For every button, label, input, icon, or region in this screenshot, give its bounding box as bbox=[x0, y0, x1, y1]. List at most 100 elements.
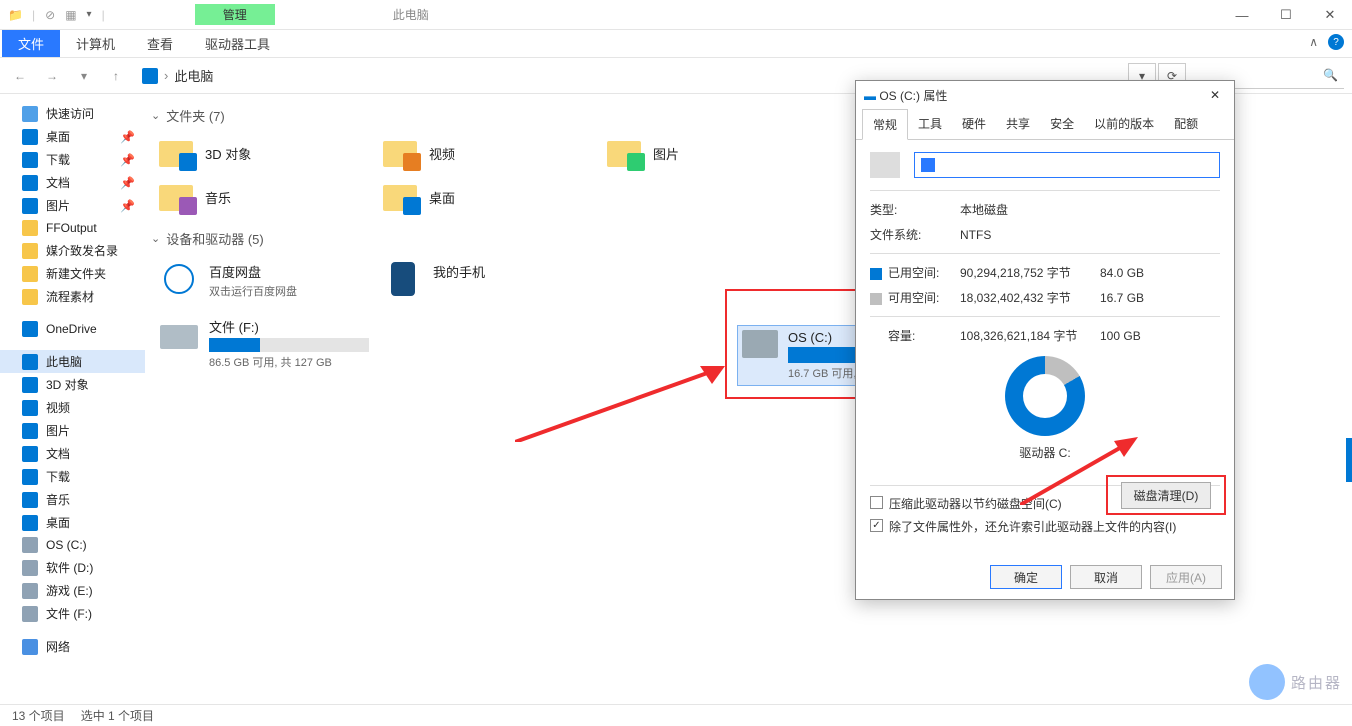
sidebar-label: 视频 bbox=[46, 399, 70, 416]
tab-general[interactable]: 常规 bbox=[862, 109, 908, 140]
tab-tools[interactable]: 工具 bbox=[908, 109, 952, 139]
sidebar-videos[interactable]: 视频 bbox=[0, 396, 145, 419]
disk-icon bbox=[22, 560, 38, 576]
ribbon-tab-drive-tools[interactable]: 驱动器工具 bbox=[189, 30, 286, 57]
nav-up-button[interactable]: ↑ bbox=[104, 64, 128, 88]
documents-icon bbox=[22, 446, 38, 462]
folder-videos[interactable]: 视频 bbox=[379, 133, 599, 173]
sidebar-pictures[interactable]: 图片📌 bbox=[0, 194, 145, 217]
help-icon[interactable]: ? bbox=[1328, 34, 1344, 50]
tab-sharing[interactable]: 共享 bbox=[996, 109, 1040, 139]
folder-pictures[interactable]: 图片 bbox=[603, 133, 823, 173]
folder-icon bbox=[383, 181, 419, 213]
sidebar-label: OS (C:) bbox=[46, 538, 87, 552]
folder-icon: 📁 bbox=[8, 8, 22, 22]
nav-chevron-down[interactable]: ▾ bbox=[72, 64, 96, 88]
sidebar-downloads[interactable]: 下载📌 bbox=[0, 148, 145, 171]
sidebar-new-folder[interactable]: 新建文件夹 bbox=[0, 262, 145, 285]
sidebar-pictures2[interactable]: 图片 bbox=[0, 419, 145, 442]
ribbon-tab-view[interactable]: 查看 bbox=[131, 30, 189, 57]
window-title: 此电脑 bbox=[365, 4, 457, 25]
properties-icon[interactable]: ▦ bbox=[65, 8, 76, 22]
sidebar-osc[interactable]: OS (C:) bbox=[0, 534, 145, 556]
tab-security[interactable]: 安全 bbox=[1040, 109, 1084, 139]
sidebar-docs-f[interactable]: 文件 (F:) bbox=[0, 602, 145, 625]
label-type: 类型: bbox=[870, 201, 960, 218]
ribbon-tab-computer[interactable]: 计算机 bbox=[60, 30, 131, 57]
pin-icon: 📌 bbox=[120, 153, 135, 167]
sidebar-game-e[interactable]: 游戏 (E:) bbox=[0, 579, 145, 602]
disk-cleanup-button[interactable]: 磁盘清理(D) bbox=[1121, 482, 1212, 509]
watermark-text: 路由器 bbox=[1291, 672, 1342, 693]
disk-icon bbox=[22, 583, 38, 599]
checkbox-checked[interactable]: ✓ bbox=[870, 519, 883, 532]
folder-music[interactable]: 音乐 bbox=[155, 177, 375, 217]
device-label: 文件 (F:) bbox=[209, 317, 369, 336]
ribbon-expand-button[interactable]: ∧ bbox=[1309, 35, 1318, 49]
drive-icon bbox=[159, 317, 199, 351]
tab-quota[interactable]: 配额 bbox=[1164, 109, 1208, 139]
sidebar-3d-objects[interactable]: 3D 对象 bbox=[0, 373, 145, 396]
sidebar-label: 下载 bbox=[46, 468, 70, 485]
label-free: 可用空间: bbox=[888, 291, 939, 305]
ribbon-tab-file[interactable]: 文件 bbox=[2, 30, 60, 57]
minimize-button[interactable]: — bbox=[1220, 0, 1264, 30]
checkbox-unchecked[interactable] bbox=[870, 496, 883, 509]
phone-icon bbox=[383, 262, 423, 296]
device-docs-f[interactable]: 文件 (F:) 86.5 GB 可用, 共 127 GB bbox=[155, 313, 375, 374]
tab-prev-versions[interactable]: 以前的版本 bbox=[1084, 109, 1164, 139]
sidebar-label: 网络 bbox=[46, 638, 70, 655]
right-scroll-indicator bbox=[1344, 70, 1352, 570]
ok-button[interactable]: 确定 bbox=[990, 565, 1062, 589]
sidebar-label: FFOutput bbox=[46, 221, 97, 235]
close-button[interactable]: ✕ bbox=[1308, 0, 1352, 30]
baidu-icon bbox=[159, 262, 199, 296]
maximize-button[interactable]: ☐ bbox=[1264, 0, 1308, 30]
device-my-phone[interactable]: 我的手机 bbox=[379, 258, 599, 303]
sidebar-desktop2[interactable]: 桌面 bbox=[0, 511, 145, 534]
sidebar-label: 游戏 (E:) bbox=[46, 582, 93, 599]
sidebar-onedrive[interactable]: OneDrive bbox=[0, 318, 145, 340]
sidebar-desktop[interactable]: 桌面📌 bbox=[0, 125, 145, 148]
sidebar-quick-access[interactable]: 快速访问 bbox=[0, 102, 145, 125]
nav-back-button[interactable]: ← bbox=[8, 64, 32, 88]
used-color-icon bbox=[870, 268, 882, 280]
pictures-icon bbox=[22, 423, 38, 439]
dialog-close-button[interactable]: ✕ bbox=[1204, 88, 1226, 102]
sidebar-label: 音乐 bbox=[46, 491, 70, 508]
free-color-icon bbox=[870, 293, 882, 305]
cancel-button[interactable]: 取消 bbox=[1070, 565, 1142, 589]
sidebar-downloads2[interactable]: 下载 bbox=[0, 465, 145, 488]
downloads-icon bbox=[22, 152, 38, 168]
sidebar-label: 桌面 bbox=[46, 514, 70, 531]
sidebar-flow[interactable]: 流程素材 bbox=[0, 285, 145, 308]
folder-3d-objects[interactable]: 3D 对象 bbox=[155, 133, 375, 173]
folder-label: 视频 bbox=[429, 144, 455, 163]
sidebar-soft-d[interactable]: 软件 (D:) bbox=[0, 556, 145, 579]
qat-dropdown[interactable]: ▾ bbox=[87, 9, 92, 20]
dialog-titlebar[interactable]: ▬ OS (C:) 属性 ✕ bbox=[856, 81, 1234, 109]
apply-button[interactable]: 应用(A) bbox=[1150, 565, 1222, 589]
sidebar-media[interactable]: 媒介致发名录 bbox=[0, 239, 145, 262]
3d-icon bbox=[22, 377, 38, 393]
disk-icon bbox=[22, 537, 38, 553]
device-sublabel: 86.5 GB 可用, 共 127 GB bbox=[209, 354, 369, 370]
folder-desktop[interactable]: 桌面 bbox=[379, 177, 599, 217]
sidebar-this-pc[interactable]: 此电脑 bbox=[0, 350, 145, 373]
tab-hardware[interactable]: 硬件 bbox=[952, 109, 996, 139]
folder-icon bbox=[22, 243, 38, 259]
sidebar-ffoutput[interactable]: FFOutput bbox=[0, 217, 145, 239]
sidebar-documents[interactable]: 文档📌 bbox=[0, 171, 145, 194]
sidebar-network[interactable]: 网络 bbox=[0, 635, 145, 658]
sidebar-label: 此电脑 bbox=[46, 353, 82, 370]
device-baidu[interactable]: 百度网盘双击运行百度网盘 bbox=[155, 258, 375, 303]
breadcrumb-location[interactable]: 此电脑 bbox=[174, 66, 213, 85]
sidebar-documents2[interactable]: 文档 bbox=[0, 442, 145, 465]
sidebar-music[interactable]: 音乐 bbox=[0, 488, 145, 511]
volume-label-input[interactable] bbox=[914, 152, 1220, 178]
nav-forward-button[interactable]: → bbox=[40, 64, 64, 88]
watermark: 路由器 bbox=[1249, 664, 1342, 700]
index-checkbox-row[interactable]: ✓除了文件属性外，还允许索引此驱动器上文件的内容(I) bbox=[870, 515, 1220, 538]
undo-icon[interactable]: ⊘ bbox=[45, 8, 55, 22]
folder-label: 3D 对象 bbox=[205, 144, 251, 163]
